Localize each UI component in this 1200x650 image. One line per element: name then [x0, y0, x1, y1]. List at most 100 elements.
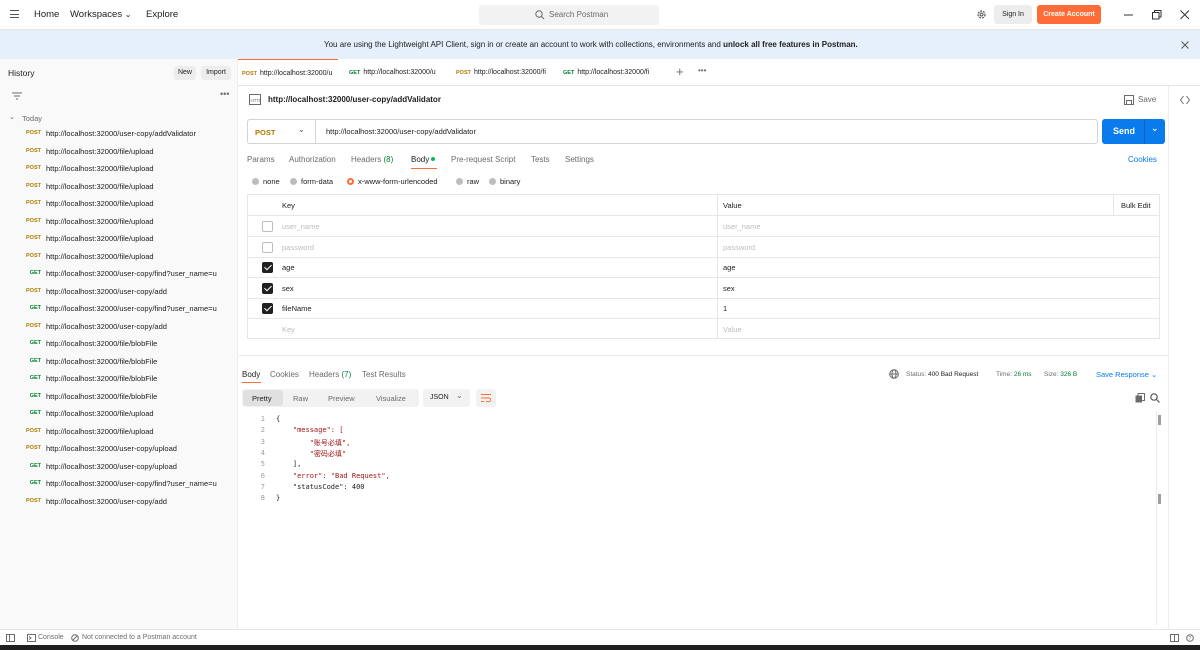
- row-value-input[interactable]: password: [723, 243, 755, 252]
- history-item[interactable]: GET http://localhost:32000/user-copy/uplo…: [0, 459, 238, 476]
- new-button[interactable]: New: [174, 66, 196, 80]
- restore-window-icon[interactable]: [1152, 10, 1162, 20]
- radio-none[interactable]: none: [252, 177, 280, 186]
- copy-icon[interactable]: [1135, 393, 1145, 403]
- console-icon[interactable]: [27, 634, 36, 642]
- new-value-input[interactable]: Value: [723, 325, 742, 334]
- history-item[interactable]: POST http://localhost:32000/user-copy/add: [0, 284, 238, 301]
- history-item[interactable]: GET http://localhost:32000/file/blobFile: [0, 336, 238, 353]
- send-button[interactable]: Send ⌄: [1102, 119, 1165, 144]
- response-tab-test-results[interactable]: Test Results: [362, 370, 406, 379]
- sidebar-toggle-icon[interactable]: [6, 634, 15, 642]
- row-key-input[interactable]: fileName: [282, 304, 312, 313]
- radio-raw[interactable]: raw: [456, 177, 479, 186]
- history-item[interactable]: POST http://localhost:32000/file/upload: [0, 196, 238, 213]
- scrollbar-thumb[interactable]: [1158, 415, 1161, 425]
- row-key-input[interactable]: sex: [282, 284, 294, 293]
- history-item[interactable]: POST http://localhost:32000/file/upload: [0, 249, 238, 266]
- import-button[interactable]: Import: [201, 66, 231, 80]
- response-time[interactable]: Time: 26 ms: [996, 371, 1032, 378]
- history-item[interactable]: GET http://localhost:32000/user-copy/find…: [0, 301, 238, 318]
- row-checkbox[interactable]: [262, 262, 273, 274]
- request-tab[interactable]: POST http://localhost:32000/fi: [452, 59, 552, 86]
- wrap-lines-button[interactable]: [476, 389, 496, 407]
- history-item[interactable]: POST http://localhost:32000/file/upload: [0, 161, 238, 178]
- history-item[interactable]: POST http://localhost:32000/file/upload: [0, 214, 238, 231]
- response-tab-cookies[interactable]: Cookies: [270, 370, 299, 379]
- history-item[interactable]: POST http://localhost:32000/user-copy/upl…: [0, 441, 238, 458]
- history-item[interactable]: GET http://localhost:32000/file/upload: [0, 406, 238, 423]
- history-item[interactable]: GET http://localhost:32000/user-copy/find…: [0, 266, 238, 283]
- url-input[interactable]: http://localhost:32000/user-copy/addVali…: [326, 127, 476, 136]
- history-item[interactable]: POST http://localhost:32000/user-copy/add…: [0, 126, 238, 143]
- globe-icon[interactable]: [889, 369, 899, 379]
- request-tab[interactable]: GET http://localhost:32000/u: [345, 59, 445, 86]
- hamburger-menu-icon[interactable]: [10, 10, 19, 18]
- banner-close-icon[interactable]: [1181, 41, 1189, 49]
- settings-gear-icon[interactable]: [976, 9, 987, 20]
- row-value-input[interactable]: user_name: [723, 222, 761, 231]
- new-key-input[interactable]: Key: [282, 325, 295, 334]
- view-raw[interactable]: Raw: [293, 394, 308, 403]
- history-item[interactable]: POST http://localhost:32000/file/upload: [0, 424, 238, 441]
- sign-in-button[interactable]: Sign In: [994, 5, 1032, 24]
- row-checkbox[interactable]: [262, 241, 273, 253]
- chevron-down-icon[interactable]: ⌄: [9, 113, 15, 121]
- row-key-input[interactable]: user_name: [282, 222, 320, 231]
- history-item[interactable]: POST http://localhost:32000/user-copy/add: [0, 319, 238, 336]
- filter-icon[interactable]: [12, 92, 22, 100]
- row-value-input[interactable]: 1: [723, 304, 727, 313]
- history-item[interactable]: POST http://localhost:32000/user-copy/add: [0, 494, 238, 511]
- response-tab-body[interactable]: Body: [242, 370, 260, 379]
- row-checkbox[interactable]: [262, 221, 273, 232]
- close-window-icon[interactable]: [1180, 10, 1190, 20]
- search-input[interactable]: Search Postman: [479, 5, 659, 25]
- cookies-link[interactable]: Cookies: [1128, 155, 1157, 164]
- response-tab-headers[interactable]: Headers (7): [309, 370, 351, 379]
- format-select[interactable]: JSON ⌄: [423, 389, 470, 407]
- response-size[interactable]: Size: 326 B: [1044, 371, 1077, 378]
- help-icon[interactable]: ?: [1186, 634, 1194, 642]
- history-item[interactable]: POST http://localhost:32000/file/upload: [0, 144, 238, 161]
- tab-params[interactable]: Params: [247, 155, 275, 164]
- view-pretty[interactable]: Pretty: [252, 394, 272, 403]
- history-item[interactable]: POST http://localhost:32000/file/upload: [0, 231, 238, 248]
- history-item[interactable]: POST http://localhost:32000/file/upload: [0, 179, 238, 196]
- request-tab[interactable]: GET http://localhost:32000/fi: [559, 59, 659, 86]
- nav-workspaces[interactable]: Workspaces ⌄: [70, 9, 131, 20]
- history-item[interactable]: GET http://localhost:32000/user-copy/find…: [0, 476, 238, 493]
- tab-body[interactable]: Body: [411, 155, 436, 164]
- history-item[interactable]: GET http://localhost:32000/file/blobFile: [0, 371, 238, 388]
- nav-home[interactable]: Home: [34, 9, 59, 20]
- tabs-more-icon[interactable]: •••: [698, 66, 706, 75]
- create-account-button[interactable]: Create Account: [1037, 5, 1101, 24]
- radio-form-data[interactable]: form-data: [290, 177, 333, 186]
- radio-binary[interactable]: binary: [489, 177, 520, 186]
- save-icon[interactable]: [1124, 95, 1134, 105]
- save-response-button[interactable]: Save Response ⌄: [1096, 370, 1157, 379]
- two-pane-view-icon[interactable]: [1170, 634, 1179, 642]
- request-tab[interactable]: POST http://localhost:32000/u: [238, 59, 338, 86]
- bulk-edit-button[interactable]: Bulk Edit: [1121, 201, 1151, 210]
- console-button[interactable]: Console: [38, 634, 64, 641]
- row-value-input[interactable]: age: [723, 263, 736, 272]
- row-checkbox[interactable]: [262, 282, 273, 294]
- method-select[interactable]: POST ⌄: [248, 120, 316, 143]
- tab-headers[interactable]: Headers (8): [351, 155, 393, 164]
- row-key-input[interactable]: password: [282, 243, 314, 252]
- search-icon[interactable]: [1150, 393, 1160, 403]
- request-title[interactable]: http://localhost:32000/user-copy/addVali…: [268, 95, 441, 104]
- history-item[interactable]: GET http://localhost:32000/file/blobFile: [0, 389, 238, 406]
- row-checkbox[interactable]: [262, 303, 273, 315]
- save-button[interactable]: Save: [1138, 95, 1156, 104]
- more-options-icon[interactable]: •••: [220, 89, 229, 99]
- history-item[interactable]: GET http://localhost:32000/file/blobFile: [0, 354, 238, 371]
- send-options-chevron-icon[interactable]: ⌄: [1151, 123, 1159, 134]
- nav-explore[interactable]: Explore: [146, 9, 178, 20]
- tab-settings[interactable]: Settings: [565, 155, 594, 164]
- new-tab-plus-icon[interactable]: +: [676, 64, 684, 79]
- minimize-icon[interactable]: [1124, 14, 1134, 16]
- view-visualize[interactable]: Visualize: [376, 394, 406, 403]
- scrollbar-thumb[interactable]: [1158, 494, 1161, 504]
- history-group-today[interactable]: Today: [22, 114, 42, 123]
